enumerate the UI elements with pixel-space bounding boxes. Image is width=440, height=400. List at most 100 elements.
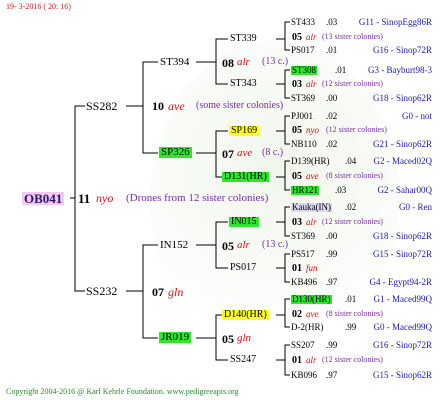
gen4-group: G0 - Ren	[399, 202, 432, 212]
pedigree-chart: { "header": {"date": "19- 3-2016 ( 20: 1…	[0, 0, 440, 400]
gen3-year: 03	[292, 217, 302, 228]
root-year: 11	[78, 191, 91, 206]
gen4-group: G2 - Sahar00Q	[377, 185, 433, 195]
gen2-year: 07	[222, 147, 234, 161]
copyright-footer: Copyright 2004-2016 @ Karl Kehrle Founda…	[6, 387, 239, 396]
gen1-race: gln	[168, 285, 184, 299]
gen4-id[interactable]: SS207	[291, 341, 315, 350]
gen4-year: .01	[335, 65, 347, 75]
gen4-group: G1 - Maced99Q	[373, 294, 432, 304]
gen3-race: alr	[306, 32, 317, 42]
gen3-race: alr	[306, 355, 317, 365]
gen2-race: gln	[237, 332, 252, 344]
gen4-id[interactable]: HR121	[291, 186, 320, 195]
gen2-id[interactable]: IN152	[160, 240, 188, 251]
gen4-id[interactable]: PS517	[291, 250, 315, 259]
gen3-race: alr	[306, 79, 317, 89]
gen4-id[interactable]: KB096	[291, 371, 317, 380]
gen4-id[interactable]: PJ001	[291, 112, 313, 121]
gen4-id[interactable]: ST369	[291, 94, 315, 103]
gen3-note: (8 sister colonies)	[326, 171, 383, 180]
gen4-year: .01	[345, 294, 357, 304]
gen4-group: G2 - Maced02Q	[373, 156, 432, 166]
gen1-note: (some sister colonies)	[196, 100, 284, 111]
gen3-note: (12 sister colonies)	[322, 79, 383, 88]
gen2-id[interactable]: SP326	[159, 147, 192, 158]
gen3-year: 01	[292, 263, 302, 274]
gen4-group: G16 - Sinop72R	[372, 340, 432, 350]
gen4-year: .00	[326, 93, 338, 103]
gen3-id[interactable]: SS247	[230, 355, 256, 365]
gen4-id[interactable]: ST369	[291, 232, 315, 241]
gen3-id[interactable]: D131(HR)	[222, 172, 269, 182]
gen3-note: (12 sister colonies)	[322, 355, 383, 364]
gen3-note: (8 sister colonies)	[326, 309, 383, 318]
gen3-year: 02	[292, 309, 302, 320]
gen1-id[interactable]: SS282	[86, 100, 117, 112]
gen4-id[interactable]: KB496	[291, 278, 317, 287]
gen4-year: .00	[326, 231, 338, 241]
gen1-id[interactable]: SS232	[86, 285, 117, 297]
gen2-note: (13 c.)	[262, 239, 289, 250]
gen1-year: 10	[152, 99, 164, 113]
gen3-year: 05	[292, 32, 302, 43]
root-race: nyo	[96, 191, 114, 205]
gen4-group: G11 - SinopEgg86R	[358, 17, 432, 27]
gen4-id[interactable]: Kauka(IN)	[291, 203, 332, 212]
gen3-id[interactable]: IN015	[229, 217, 259, 227]
gen4-group: G0 - not	[402, 111, 432, 121]
gen4-group: G18 - Sinop62R	[372, 93, 432, 103]
root-queen-id[interactable]: OB041	[22, 192, 65, 205]
gen3-year: 05	[292, 171, 302, 182]
gen4-year: .97	[326, 277, 338, 287]
gen4-id[interactable]: ST433	[291, 18, 315, 27]
gen4-group: G15 - Sinop72R	[372, 249, 432, 259]
gen2-id[interactable]: JR019	[159, 332, 192, 343]
gen4-id[interactable]: PS017	[291, 46, 315, 55]
gen4-year: .04	[345, 156, 357, 166]
gen2-id[interactable]: ST394	[160, 57, 189, 68]
gen3-id[interactable]: SP169	[229, 126, 260, 136]
gen3-year: 05	[292, 125, 302, 136]
gen2-race: alr	[237, 239, 250, 251]
gen4-id[interactable]: D130(HR)	[291, 295, 332, 304]
gen3-race: ave	[306, 171, 319, 181]
gen4-year: .02	[326, 111, 338, 121]
gen4-group: G21 - Sinop62R	[372, 139, 432, 149]
gen3-note: (12 sister colonies)	[322, 217, 383, 226]
gen4-group: G16 - Sinop72R	[372, 45, 432, 55]
gen3-id[interactable]: ST343	[230, 79, 257, 89]
gen4-group: G18 - Sinop62R	[372, 231, 432, 241]
gen3-year: 01	[292, 355, 302, 366]
gen3-race: ave	[306, 309, 319, 319]
gen4-year: .02	[326, 139, 338, 149]
gen3-race: nyo	[306, 125, 319, 135]
gen4-year: .03	[326, 17, 338, 27]
gen1-year: 07	[152, 285, 164, 299]
gen4-id[interactable]: D-2(HR)	[291, 323, 324, 332]
gen1-race: ave	[168, 99, 185, 113]
gen3-race: fun	[306, 263, 318, 273]
gen3-note: (12 sister colonies)	[326, 125, 387, 134]
gen2-year: 05	[222, 239, 234, 253]
gen4-year: .01	[326, 45, 338, 55]
root-drone-note: (Drones from 12 sister colonies)	[126, 192, 269, 204]
gen4-id[interactable]: D139(HR)	[291, 157, 330, 166]
gen4-id[interactable]: ST308	[291, 66, 318, 75]
gen4-group: G4 - Egypt94-2R	[369, 277, 433, 287]
gen4-group: G15 - Sinop62R	[372, 370, 432, 380]
gen4-id[interactable]: NB110	[291, 140, 317, 149]
gen4-year: .02	[345, 202, 357, 212]
gen4-year: .99	[326, 340, 338, 350]
gen3-note: (13 sister colonies)	[322, 32, 383, 41]
gen3-year: 03	[292, 79, 302, 90]
gen4-year: .03	[335, 185, 347, 195]
gen4-year: .99	[345, 322, 357, 332]
gen3-id[interactable]: D140(HR)	[222, 310, 269, 320]
date-stamp: 19- 3-2016 ( 20: 16)	[6, 2, 71, 11]
gen3-id[interactable]: ST339	[230, 34, 257, 44]
gen4-year: .97	[326, 370, 338, 380]
gen2-race: alr	[237, 56, 250, 68]
gen3-id[interactable]: PS017	[230, 263, 256, 273]
gen2-race: ave	[237, 147, 253, 159]
